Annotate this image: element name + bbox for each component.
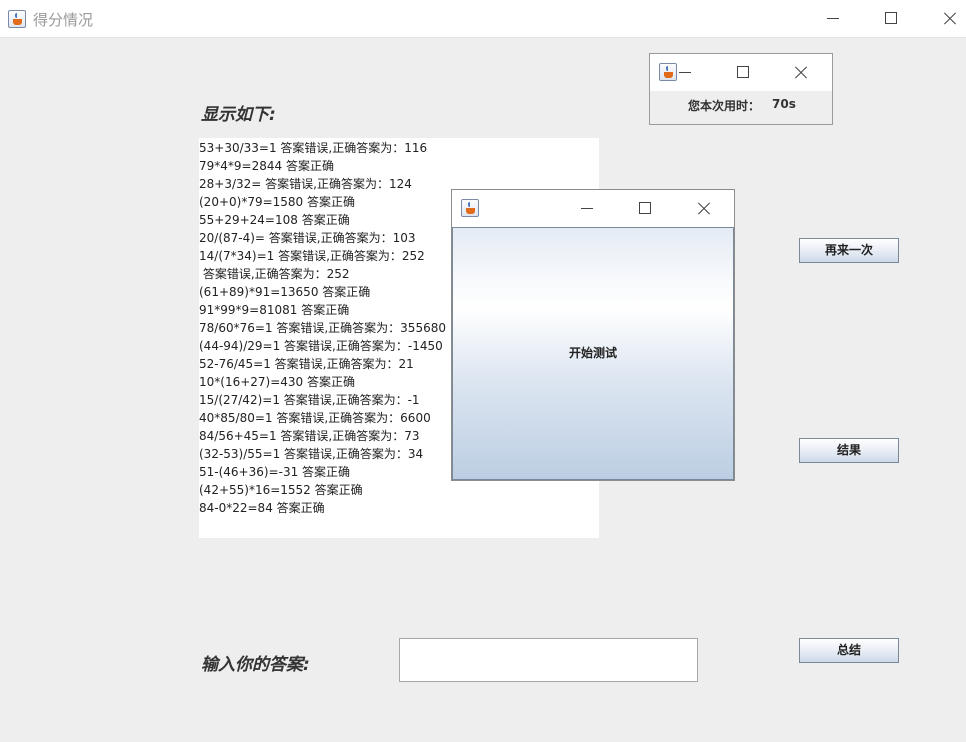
display-label: 显示如下:: [201, 105, 276, 125]
maximize-icon: [885, 12, 897, 24]
answer-label: 输入你的答案:: [201, 655, 310, 675]
java-icon: [659, 63, 677, 81]
minimize-icon[interactable]: [679, 72, 691, 73]
window-title: 得分情况: [33, 11, 94, 29]
minimize-icon: [827, 18, 839, 19]
timer-window-title-bar[interactable]: [650, 54, 832, 91]
main-title-bar[interactable]: 得分情况: [0, 0, 966, 38]
time-used-label: 您本次用时：: [688, 99, 761, 113]
result-line: 53+30/33=1 答案错误,正确答案为：116: [199, 141, 428, 155]
result-button[interactable]: 结果: [799, 438, 899, 463]
answer-input[interactable]: [399, 638, 698, 682]
retry-button[interactable]: 再来一次: [799, 238, 899, 263]
summary-button[interactable]: 总结: [799, 638, 899, 663]
maximize-button[interactable]: [862, 0, 920, 38]
result-line: (42+55)*16=1552 答案正确: [199, 483, 363, 497]
maximize-icon[interactable]: [737, 66, 749, 78]
minimize-icon[interactable]: [581, 208, 593, 209]
start-test-button[interactable]: 开始测试: [452, 227, 734, 480]
java-icon: [8, 10, 26, 28]
result-line: 79*4*9=2844 答案正确: [199, 159, 334, 173]
timer-window: 您本次用时： 70s: [649, 53, 833, 125]
minimize-button[interactable]: [804, 0, 862, 38]
start-window-title-bar[interactable]: [452, 190, 734, 227]
time-used-value: 70s: [772, 97, 796, 111]
java-icon: [461, 199, 479, 217]
close-button[interactable]: [920, 0, 966, 38]
maximize-icon[interactable]: [639, 202, 651, 214]
start-test-window: 开始测试: [451, 189, 735, 481]
result-line: 84-0*22=84 答案正确: [199, 501, 325, 515]
